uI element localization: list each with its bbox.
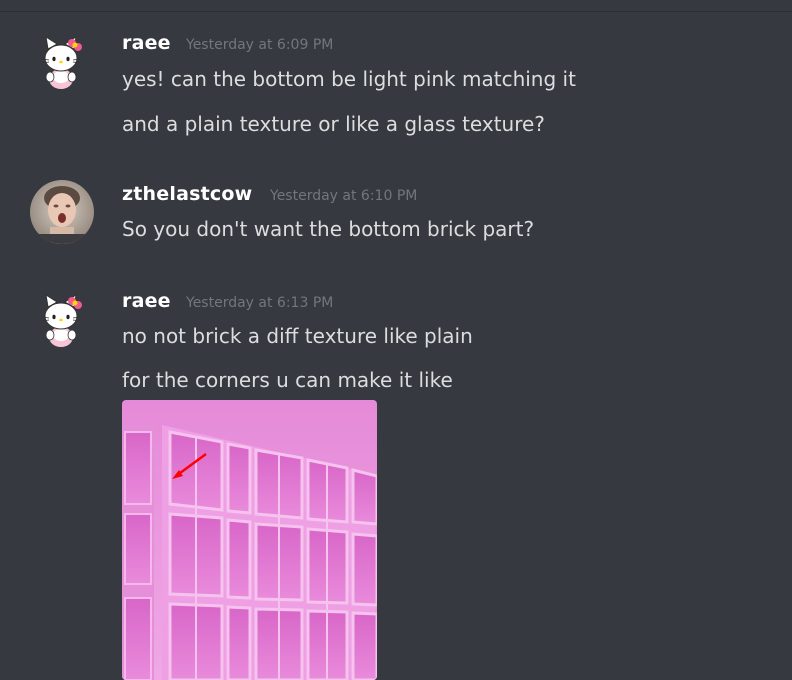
person-photo-avatar-icon[interactable] bbox=[30, 180, 94, 244]
hello-kitty-avatar-icon[interactable] bbox=[30, 287, 94, 351]
message-text: So you don't want the bottom brick part? bbox=[122, 217, 535, 241]
message-text: and a plain texture or like a glass text… bbox=[122, 112, 545, 136]
message-text: for the corners u can make it like bbox=[122, 368, 453, 392]
message-timestamp: Yesterday at 6:10 PM bbox=[270, 188, 418, 204]
message-username[interactable]: zthelastcow bbox=[122, 183, 252, 205]
message-text: yes! can the bottom be light pink matchi… bbox=[122, 67, 576, 91]
message-username[interactable]: raee bbox=[122, 290, 171, 312]
hello-kitty-avatar-icon[interactable] bbox=[30, 29, 94, 93]
message-username[interactable]: raee bbox=[122, 32, 171, 54]
message-timestamp: Yesterday at 6:13 PM bbox=[186, 295, 334, 311]
message-timestamp: Yesterday at 6:09 PM bbox=[186, 37, 334, 53]
image-attachment[interactable] bbox=[122, 400, 377, 680]
message-text: no not brick a diff texture like plain bbox=[122, 324, 473, 348]
channel-top-divider bbox=[0, 0, 792, 12]
